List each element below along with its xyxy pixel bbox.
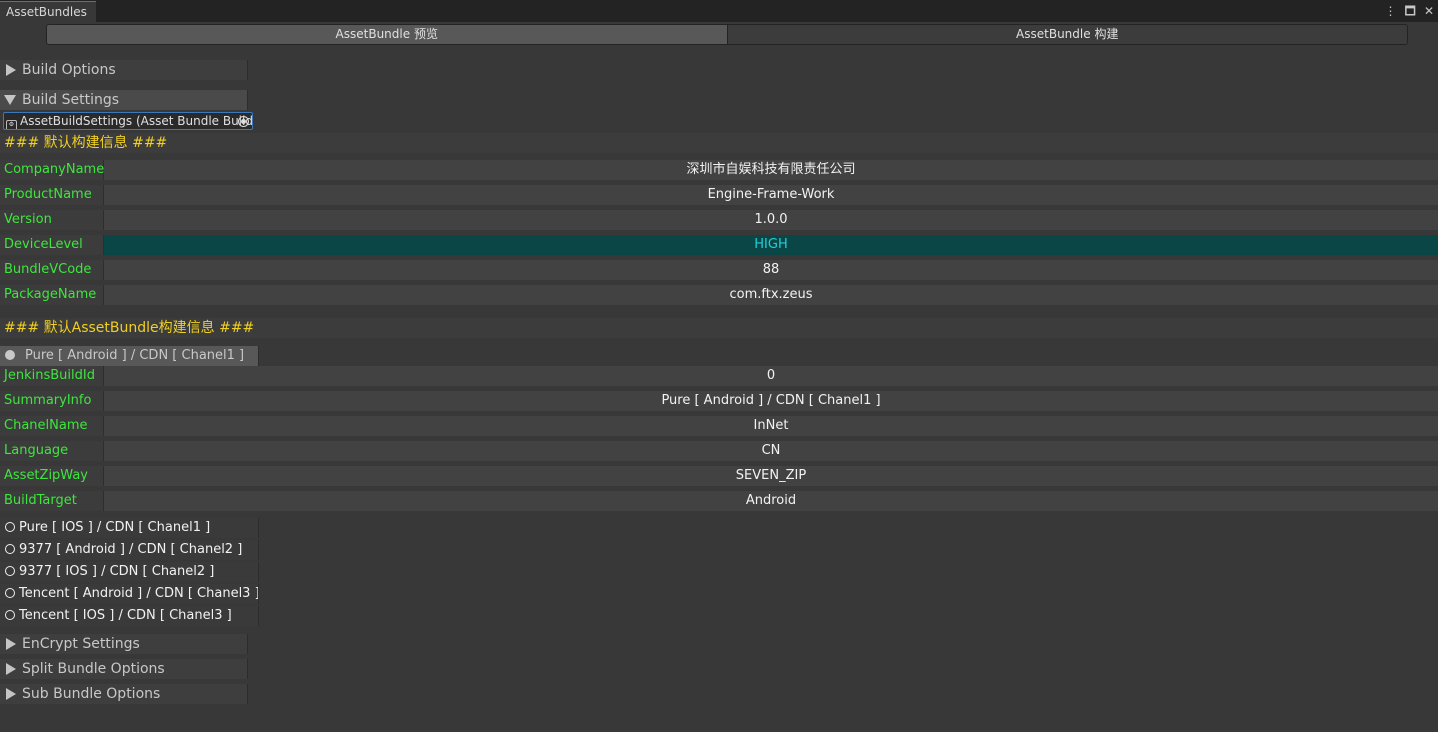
field-row-summary-info: SummaryInfo Pure [ Android ] / CDN [ Cha… xyxy=(0,391,1438,411)
field-row-chanel-name: ChanelName InNet xyxy=(0,416,1438,436)
field-value[interactable]: HIGH xyxy=(104,235,1438,255)
foldout-split-bundle-options[interactable]: Split Bundle Options xyxy=(0,659,248,679)
foldout-label: Build Options xyxy=(22,62,116,78)
expand-arrow-icon xyxy=(6,688,16,700)
channel-label: 9377 [ Android ] / CDN [ Chanel2 ] xyxy=(19,542,243,557)
foldout-label: Sub Bundle Options xyxy=(22,686,161,702)
default-build-heading: ### 默认构建信息 ### xyxy=(0,133,1438,153)
field-label: SummaryInfo xyxy=(0,391,104,411)
field-row-company-name: CompanyName 深圳市自娱科技有限责任公司 xyxy=(0,160,1438,180)
channel-label: Tencent [ IOS ] / CDN [ Chanel3 ] xyxy=(19,608,232,623)
radio-empty-icon xyxy=(5,566,15,576)
object-picker-icon[interactable] xyxy=(238,116,249,127)
field-label: Version xyxy=(0,210,104,230)
channel-radio-selected[interactable]: Pure [ Android ] / CDN [ Chanel1 ] xyxy=(0,346,259,366)
field-label: Language xyxy=(0,441,104,461)
radio-empty-icon xyxy=(5,588,15,598)
field-value[interactable]: CN xyxy=(104,441,1438,461)
settings-object-field[interactable]: ⚙ AssetBuildSettings (Asset Bundle Build xyxy=(3,112,253,130)
field-row-build-target: BuildTarget Android xyxy=(0,491,1438,511)
field-row-bundle-vcode: BundleVCode 88 xyxy=(0,260,1438,280)
expand-arrow-icon xyxy=(6,638,16,650)
title-bar: AssetBundles ⋮ 🗖 ✕ xyxy=(0,0,1438,22)
channel-radio[interactable]: Tencent [ Android ] / CDN [ Chanel3 ] xyxy=(0,584,259,604)
field-label: BuildTarget xyxy=(0,491,104,511)
scriptable-object-icon: ⚙ xyxy=(6,120,17,129)
field-value[interactable]: 0 xyxy=(104,366,1438,386)
field-row-package-name: PackageName com.ftx.zeus xyxy=(0,285,1438,305)
field-label: CompanyName xyxy=(0,160,104,180)
expand-arrow-icon xyxy=(6,663,16,675)
foldout-sub-bundle-options[interactable]: Sub Bundle Options xyxy=(0,684,248,704)
channel-radio[interactable]: 9377 [ IOS ] / CDN [ Chanel2 ] xyxy=(0,562,259,582)
channel-radio[interactable]: 9377 [ Android ] / CDN [ Chanel2 ] xyxy=(0,540,259,560)
field-row-version: Version 1.0.0 xyxy=(0,210,1438,230)
field-row-language: Language CN xyxy=(0,441,1438,461)
field-value[interactable]: Android xyxy=(104,491,1438,511)
field-value[interactable]: 深圳市自娱科技有限责任公司 xyxy=(104,160,1438,180)
foldout-label: Split Bundle Options xyxy=(22,661,165,677)
window-controls: ⋮ 🗖 ✕ xyxy=(1385,2,1434,20)
field-label: AssetZipWay xyxy=(0,466,104,486)
more-menu-icon[interactable]: ⋮ xyxy=(1385,2,1397,20)
channel-label: Pure [ IOS ] / CDN [ Chanel1 ] xyxy=(19,520,211,535)
mode-toolbar: AssetBundle 预览 AssetBundle 构建 xyxy=(46,24,1408,45)
field-value[interactable]: SEVEN_ZIP xyxy=(104,466,1438,486)
maximize-icon[interactable]: 🗖 xyxy=(1405,2,1416,20)
field-row-asset-zip-way: AssetZipWay SEVEN_ZIP xyxy=(0,466,1438,486)
field-label: PackageName xyxy=(0,285,104,305)
radio-filled-icon xyxy=(5,350,15,360)
field-value[interactable]: InNet xyxy=(104,416,1438,436)
field-value[interactable]: 1.0.0 xyxy=(104,210,1438,230)
channel-label: Pure [ Android ] / CDN [ Chanel1 ] xyxy=(25,348,245,363)
assetbundle-build-heading: ### 默认AssetBundle构建信息 ### xyxy=(0,318,1438,338)
close-icon[interactable]: ✕ xyxy=(1424,2,1434,20)
foldout-build-settings[interactable]: Build Settings xyxy=(0,90,248,110)
field-label: DeviceLevel xyxy=(0,235,104,255)
foldout-label: EnCrypt Settings xyxy=(22,636,140,652)
field-label: ChanelName xyxy=(0,416,104,436)
foldout-encrypt-settings[interactable]: EnCrypt Settings xyxy=(0,634,248,654)
collapse-arrow-icon xyxy=(4,95,16,105)
channel-label: Tencent [ Android ] / CDN [ Chanel3 ] xyxy=(19,586,259,601)
expand-arrow-icon xyxy=(6,64,16,76)
object-field-value: AssetBuildSettings (Asset Bundle Build xyxy=(20,114,253,128)
field-label: BundleVCode xyxy=(0,260,104,280)
radio-empty-icon xyxy=(5,610,15,620)
channel-radio[interactable]: Tencent [ IOS ] / CDN [ Chanel3 ] xyxy=(0,606,259,626)
field-label: JenkinsBuildId xyxy=(0,366,104,386)
channel-label: 9377 [ IOS ] / CDN [ Chanel2 ] xyxy=(19,564,215,579)
field-row-device-level: DeviceLevel HIGH xyxy=(0,235,1438,255)
field-row-jenkins-build-id: JenkinsBuildId 0 xyxy=(0,366,1438,386)
radio-empty-icon xyxy=(5,522,15,532)
radio-empty-icon xyxy=(5,544,15,554)
tab-preview[interactable]: AssetBundle 预览 xyxy=(47,25,728,44)
field-value[interactable]: com.ftx.zeus xyxy=(104,285,1438,305)
field-row-product-name: ProductName Engine-Frame-Work xyxy=(0,185,1438,205)
foldout-label: Build Settings xyxy=(22,92,120,108)
foldout-build-options[interactable]: Build Options xyxy=(0,60,248,80)
channel-radio[interactable]: Pure [ IOS ] / CDN [ Chanel1 ] xyxy=(0,518,259,538)
field-value[interactable]: 88 xyxy=(104,260,1438,280)
field-value[interactable]: Engine-Frame-Work xyxy=(104,185,1438,205)
field-label: ProductName xyxy=(0,185,104,205)
field-value[interactable]: Pure [ Android ] / CDN [ Chanel1 ] xyxy=(104,391,1438,411)
tab-build[interactable]: AssetBundle 构建 xyxy=(727,25,1407,44)
window-tab[interactable]: AssetBundles xyxy=(0,1,96,22)
